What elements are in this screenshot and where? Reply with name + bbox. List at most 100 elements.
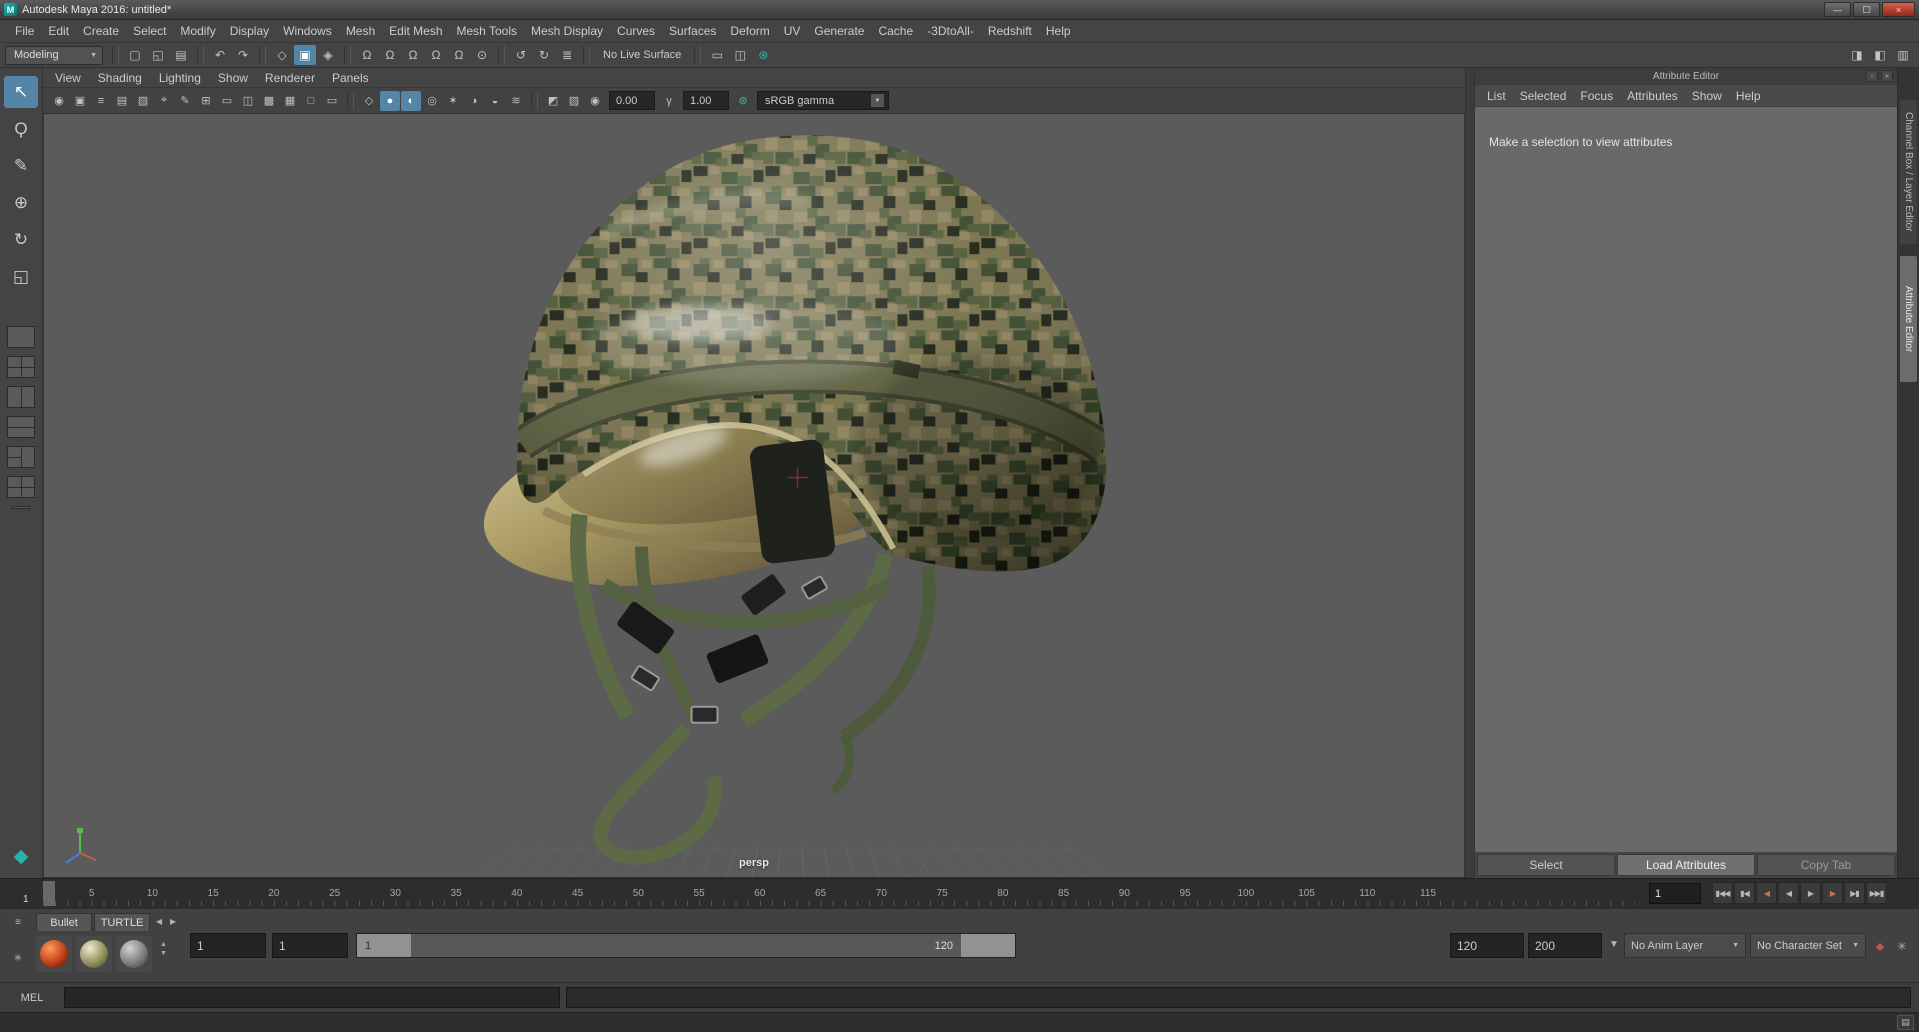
- animation-start-field[interactable]: [190, 933, 266, 958]
- character-set-dropdown[interactable]: No Character Set ▼: [1750, 933, 1866, 958]
- menu-item-help[interactable]: Help: [1039, 24, 1078, 38]
- shelf-item-gray-ball[interactable]: [116, 936, 152, 972]
- open-scene-icon[interactable]: ◱: [147, 45, 169, 65]
- sidebar-attribute-editor-icon[interactable]: ◧: [1869, 45, 1891, 65]
- playback-end-field[interactable]: [1450, 933, 1524, 958]
- safe-action-icon[interactable]: □: [301, 91, 321, 111]
- xray-icon[interactable]: ▨: [564, 91, 584, 111]
- field-chart-icon[interactable]: ▦: [280, 91, 300, 111]
- menu-item-3dtoall[interactable]: -3DtoAll-: [920, 24, 981, 38]
- panel-menu-view[interactable]: View: [55, 71, 81, 85]
- range-end-handle[interactable]: [961, 934, 1015, 957]
- select-object-mode-icon[interactable]: ▣: [294, 45, 316, 65]
- ae-menu-show[interactable]: Show: [1692, 89, 1722, 103]
- shadows-icon[interactable]: ◑: [464, 91, 484, 111]
- layout-four-pane-button[interactable]: [7, 356, 35, 378]
- shelf-item-bullet-ball[interactable]: [36, 936, 72, 972]
- timeline-playhead[interactable]: [43, 881, 55, 906]
- panel-menu-panels[interactable]: Panels: [332, 71, 369, 85]
- grease-pencil-icon[interactable]: ✎: [175, 91, 195, 111]
- menu-item-file[interactable]: File: [8, 24, 41, 38]
- menu-item-mesh-tools[interactable]: Mesh Tools: [450, 24, 524, 38]
- sidebar-channel-box-icon[interactable]: ◨: [1846, 45, 1868, 65]
- menu-item-windows[interactable]: Windows: [276, 24, 339, 38]
- menu-item-edit-mesh[interactable]: Edit Mesh: [382, 24, 449, 38]
- ae-menu-help[interactable]: Help: [1736, 89, 1761, 103]
- float-panel-icon[interactable]: ▫: [1866, 70, 1878, 82]
- grid-toggle-icon[interactable]: ⊞: [196, 91, 216, 111]
- use-default-material-icon[interactable]: ◎: [422, 91, 442, 111]
- gamma-icon[interactable]: γ: [659, 91, 679, 111]
- ae-menu-selected[interactable]: Selected: [1520, 89, 1567, 103]
- menu-item-deform[interactable]: Deform: [723, 24, 776, 38]
- color-management-icon[interactable]: ⊛: [733, 91, 753, 111]
- range-slider-bar[interactable]: 1 120: [356, 933, 1016, 958]
- auto-keyframe-icon[interactable]: ◆: [1870, 936, 1890, 956]
- select-camera-icon[interactable]: ◉: [49, 91, 69, 111]
- animation-end-field[interactable]: [1528, 933, 1602, 958]
- shelf-tab-turtle[interactable]: TURTLE: [94, 913, 150, 931]
- snap-to-projected-center-icon[interactable]: Ω: [425, 45, 447, 65]
- textured-icon[interactable]: ◐: [401, 90, 421, 111]
- ae-menu-attributes[interactable]: Attributes: [1627, 89, 1678, 103]
- copy-tab-button[interactable]: Copy Tab: [1757, 854, 1895, 876]
- select-tool[interactable]: ↖: [4, 76, 38, 108]
- panel-menu-lighting[interactable]: Lighting: [159, 71, 201, 85]
- panel-splitter[interactable]: [1465, 68, 1475, 878]
- layout-three-pane-top-button[interactable]: [7, 476, 35, 498]
- range-options-caret-icon[interactable]: ▼: [1604, 939, 1624, 950]
- resolution-gate-icon[interactable]: ◫: [238, 91, 258, 111]
- playback-start-field[interactable]: [272, 933, 348, 958]
- panel-menu-renderer[interactable]: Renderer: [265, 71, 315, 85]
- exposure-icon[interactable]: ◉: [585, 91, 605, 111]
- image-plane-icon[interactable]: ▧: [133, 91, 153, 111]
- shelf-tab-bullet[interactable]: Bullet: [36, 913, 92, 931]
- step-forward-key-button[interactable]: ▶: [1822, 882, 1843, 904]
- menu-item-surfaces[interactable]: Surfaces: [662, 24, 723, 38]
- menu-item-modify[interactable]: Modify: [173, 24, 222, 38]
- camera-attributes-icon[interactable]: ≡: [91, 91, 111, 111]
- helmet-object[interactable]: [471, 135, 1107, 865]
- menu-item-curves[interactable]: Curves: [610, 24, 662, 38]
- gamma-field[interactable]: 1.00: [683, 91, 729, 110]
- select-hierarchy-mode-icon[interactable]: ◇: [271, 45, 293, 65]
- exposure-field[interactable]: 0.00: [609, 91, 655, 110]
- menu-item-mesh-display[interactable]: Mesh Display: [524, 24, 610, 38]
- bookmarks-icon[interactable]: ▤: [112, 91, 132, 111]
- viewport-canvas[interactable]: [44, 114, 1464, 877]
- redo-icon[interactable]: ↷: [232, 45, 254, 65]
- ssao-icon[interactable]: ◒: [485, 91, 505, 111]
- menu-item-create[interactable]: Create: [76, 24, 126, 38]
- input-operations-icon[interactable]: ↺: [510, 45, 532, 65]
- undo-icon[interactable]: ↶: [209, 45, 231, 65]
- select-button[interactable]: Select: [1477, 854, 1615, 876]
- construction-history-icon[interactable]: ≣: [556, 45, 578, 65]
- shelf-tab-prev-icon[interactable]: ◀: [156, 917, 162, 926]
- menu-item-redshift[interactable]: Redshift: [981, 24, 1039, 38]
- spinner-up-icon[interactable]: ▲: [160, 941, 167, 948]
- make-live-icon[interactable]: ⊙: [471, 45, 493, 65]
- ae-menu-focus[interactable]: Focus: [1580, 89, 1613, 103]
- spinner-down-icon[interactable]: ▼: [160, 950, 167, 957]
- shelf-editor-gear-icon[interactable]: ✳: [8, 953, 28, 964]
- snap-to-point-icon[interactable]: Ω: [402, 45, 424, 65]
- step-back-frame-button[interactable]: ▮◀: [1734, 882, 1755, 904]
- layout-two-pane-stacked-button[interactable]: [7, 416, 35, 438]
- go-to-start-button[interactable]: ▮◀◀: [1712, 882, 1733, 904]
- go-to-end-button[interactable]: ▶▶▮: [1866, 882, 1887, 904]
- ae-menu-list[interactable]: List: [1487, 89, 1506, 103]
- select-component-mode-icon[interactable]: ◈: [317, 45, 339, 65]
- ipr-render-icon[interactable]: ⊛: [752, 45, 774, 65]
- panel-menu-shading[interactable]: Shading: [98, 71, 142, 85]
- minimize-button[interactable]: —: [1824, 2, 1851, 17]
- save-scene-icon[interactable]: ▤: [170, 45, 192, 65]
- menu-item-generate[interactable]: Generate: [807, 24, 871, 38]
- gate-mask-icon[interactable]: ▩: [259, 91, 279, 111]
- tab-attribute-editor[interactable]: Attribute Editor: [1900, 255, 1917, 382]
- shelf-item-textured-ball[interactable]: [76, 936, 112, 972]
- wireframe-icon[interactable]: ◇: [359, 91, 379, 111]
- close-panel-icon[interactable]: ×: [1881, 70, 1893, 82]
- play-forward-button[interactable]: ▶: [1800, 882, 1821, 904]
- menu-item-cache[interactable]: Cache: [871, 24, 920, 38]
- safe-title-icon[interactable]: ▭: [322, 91, 342, 111]
